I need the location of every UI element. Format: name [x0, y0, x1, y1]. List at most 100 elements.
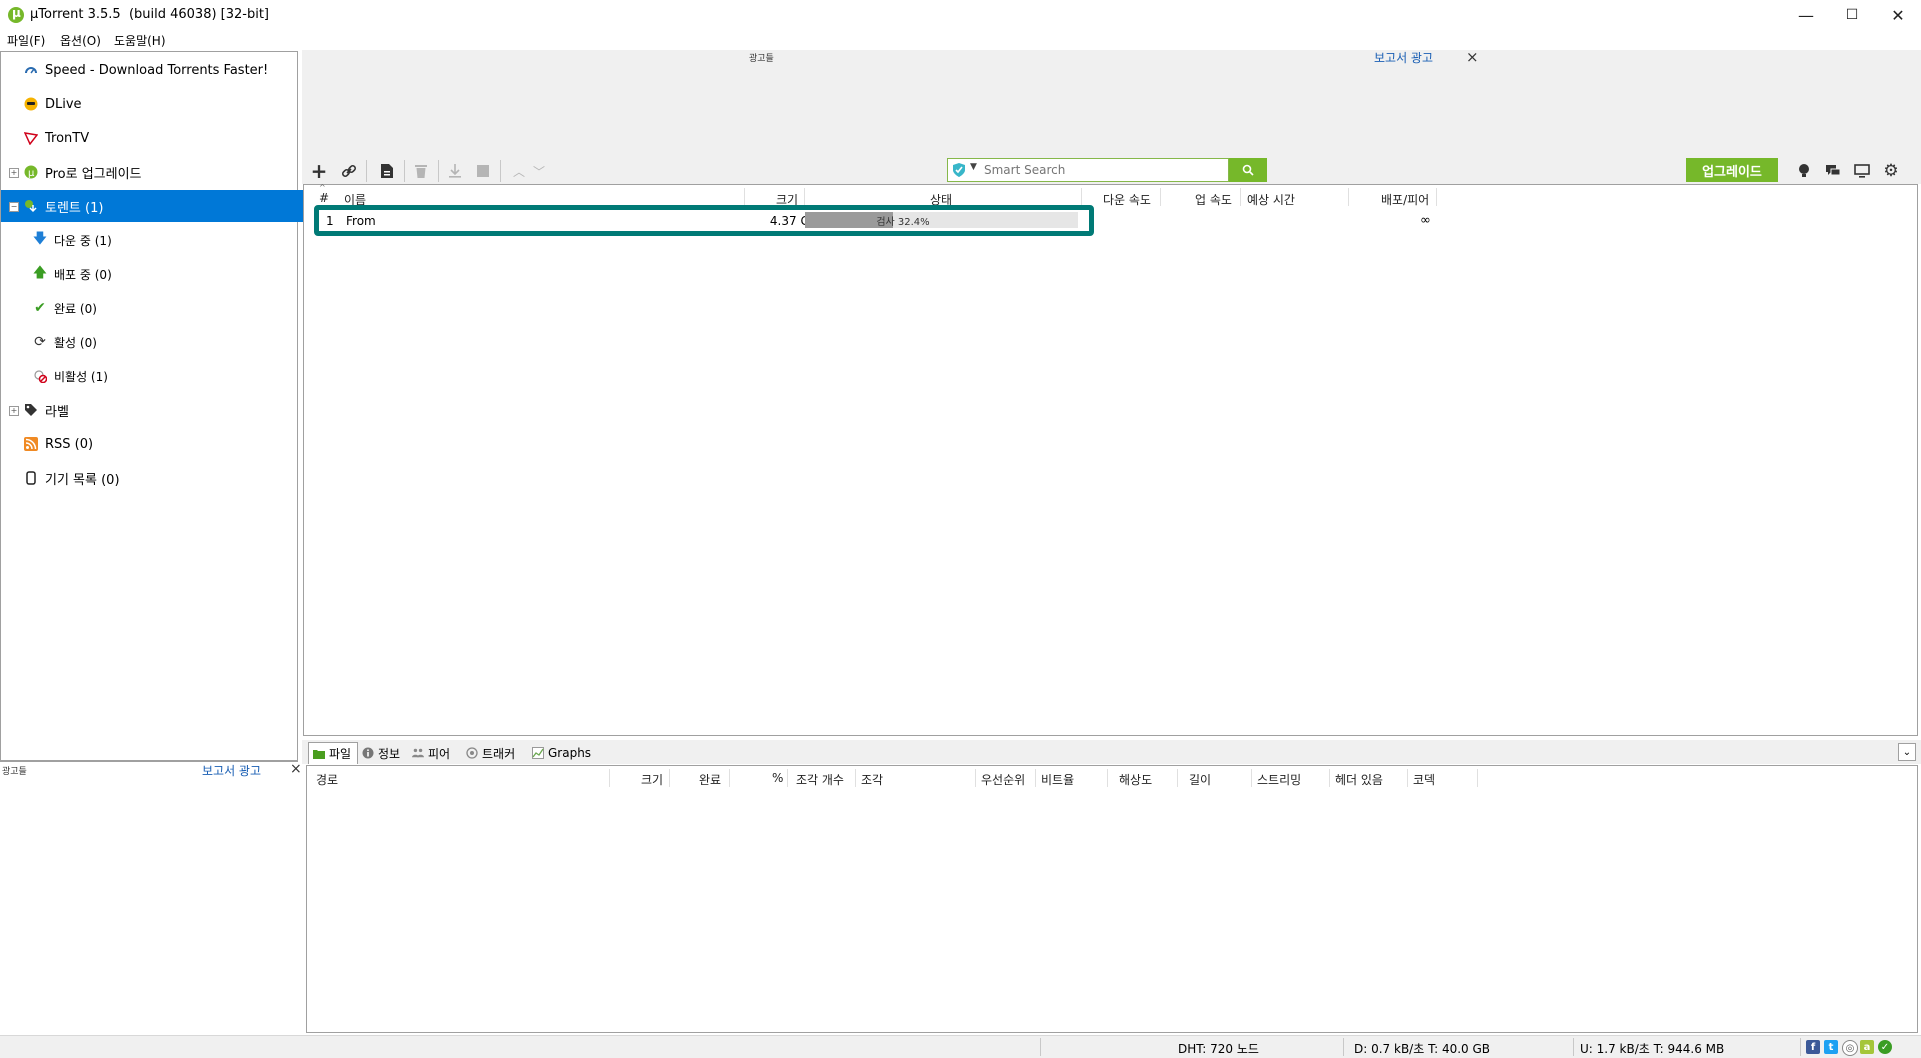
tab-peers[interactable]: 피어: [408, 742, 460, 764]
files-column-resolution[interactable]: 해상도: [1119, 771, 1152, 788]
tab-label: 정보: [378, 746, 401, 761]
window-title: µTorrent 3.5.5 (build 46038) [32-bit]: [30, 7, 270, 22]
column-header-down-speed[interactable]: 다운 속도: [1103, 191, 1151, 208]
files-column-done[interactable]: 완료: [699, 771, 721, 788]
expand-icon[interactable]: +: [9, 406, 19, 416]
column-separator: [1035, 769, 1036, 787]
move-down-icon[interactable]: ﹀: [528, 160, 550, 182]
status-separator: [1040, 1038, 1041, 1056]
report-ad-link[interactable]: 보고서 광고: [1374, 49, 1433, 66]
info-icon: [362, 747, 374, 759]
files-column-priority[interactable]: 우선순위: [981, 771, 1025, 788]
twitter-icon[interactable]: t: [1824, 1040, 1838, 1054]
tab-trackers[interactable]: 트래커: [462, 742, 528, 764]
column-header-ratio[interactable]: 배포/피어: [1381, 191, 1429, 208]
close-ad-button[interactable]: ×: [290, 761, 302, 777]
column-separator: [1407, 769, 1408, 787]
device-icon: [23, 470, 39, 486]
column-separator: [1081, 188, 1082, 206]
sidebar-item-inactive[interactable]: 비활성 (1): [1, 360, 328, 392]
create-torrent-icon[interactable]: [376, 160, 398, 182]
sidebar-item-downloading[interactable]: 🡇 다운 중 (1): [1, 224, 328, 256]
stop-icon[interactable]: [472, 160, 494, 182]
upgrade-button[interactable]: 업그레이드: [1686, 158, 1778, 182]
settings-gear-icon[interactable]: ⚙: [1880, 160, 1902, 182]
sidebar-item-speed[interactable]: Speed - Download Torrents Faster!: [1, 54, 319, 86]
tab-graphs[interactable]: Graphs: [528, 742, 592, 764]
report-ad-link[interactable]: 보고서 광고: [202, 762, 261, 779]
files-column-piece-count[interactable]: 조각 개수: [796, 771, 844, 788]
sidebar-label: 활성 (0): [54, 335, 97, 350]
ad-label: 광고들: [2, 767, 27, 777]
sidebar-label: 기기 목록 (0): [45, 472, 120, 488]
chat-icon[interactable]: [1822, 160, 1844, 182]
android-icon[interactable]: a: [1860, 1040, 1874, 1054]
close-ad-button[interactable]: ×: [1466, 48, 1479, 66]
status-bar: DHT: 720 노드 D: 0.7 kB/초 T: 40.0 GB U: 1.…: [0, 1035, 1921, 1058]
remove-torrent-icon[interactable]: [410, 160, 432, 182]
menu-help[interactable]: 도움말(H): [114, 32, 166, 49]
sidebar-item-labels[interactable]: + 라벨: [1, 394, 319, 426]
files-column-codec[interactable]: 코덱: [1413, 771, 1435, 788]
tab-info[interactable]: 정보: [358, 742, 408, 764]
column-separator: [744, 188, 745, 206]
facebook-icon[interactable]: f: [1806, 1040, 1820, 1054]
files-column-size[interactable]: 크기: [641, 771, 663, 788]
column-separator: [787, 769, 788, 787]
search-provider-shield-icon[interactable]: [952, 162, 966, 181]
column-separator: [1251, 769, 1252, 787]
speedometer-icon: [23, 62, 39, 78]
files-panel: 경로 크기 완료 % 조각 개수 조각 우선순위 비트율 해상도 길이 스트리밍…: [306, 765, 1918, 1033]
smart-search-field[interactable]: ▼: [947, 158, 1229, 182]
sidebar-item-rss[interactable]: RSS (0): [1, 428, 319, 460]
sidebar-item-dlive[interactable]: DLive: [1, 88, 319, 120]
add-torrent-icon[interactable]: +: [308, 159, 330, 183]
sidebar-item-trontv[interactable]: TronTV: [1, 122, 319, 154]
sidebar-item-devices[interactable]: 기기 목록 (0): [1, 462, 319, 494]
status-separator: [1800, 1038, 1801, 1056]
column-header-number[interactable]: #: [319, 191, 329, 205]
search-icon: [1242, 164, 1254, 176]
torrent-ratio: ∞: [1420, 213, 1431, 228]
torrent-list: ^ # 이름 크기 상태 다운 속도 업 속도 예상 시간 배포/피어: [303, 183, 1918, 736]
collapse-panel-button[interactable]: ⌄: [1898, 743, 1916, 761]
minimize-button[interactable]: —: [1783, 0, 1829, 30]
files-column-streaming[interactable]: 스트리밍: [1257, 771, 1301, 788]
close-button[interactable]: ✕: [1875, 0, 1921, 30]
files-column-path[interactable]: 경로: [316, 771, 338, 788]
tab-label: 피어: [428, 746, 451, 761]
web-globe-icon[interactable]: ◎: [1842, 1040, 1858, 1056]
files-column-pieces[interactable]: 조각: [861, 771, 883, 788]
files-column-length[interactable]: 길이: [1189, 771, 1211, 788]
column-header-eta[interactable]: 예상 시간: [1247, 191, 1295, 208]
column-separator: [804, 188, 805, 206]
lightbulb-icon[interactable]: [1793, 160, 1815, 182]
sidebar-item-torrents[interactable]: − 토렌트 (1): [1, 190, 319, 222]
collapse-icon[interactable]: −: [9, 202, 19, 212]
search-button[interactable]: [1229, 158, 1267, 182]
sidebar: Speed - Download Torrents Faster! DLive …: [0, 51, 319, 761]
search-dropdown-arrow-icon[interactable]: ▼: [970, 162, 977, 172]
sidebar-item-upgrade[interactable]: + µ Pro로 업그레이드: [1, 156, 319, 188]
menu-file[interactable]: 파일(F): [7, 32, 45, 49]
sidebar-item-completed[interactable]: ✔ 완료 (0): [1, 292, 328, 324]
sidebar-label: 배포 중 (0): [54, 267, 112, 282]
inactive-icon: [32, 368, 48, 384]
sidebar-item-seeding[interactable]: 🡅 배포 중 (0): [1, 258, 328, 290]
files-column-has-header[interactable]: 헤더 있음: [1335, 771, 1383, 788]
add-link-icon[interactable]: [338, 160, 360, 182]
search-input[interactable]: [984, 161, 1224, 179]
start-download-icon[interactable]: [444, 160, 466, 182]
sidebar-item-active[interactable]: ⟳ 활성 (0): [1, 326, 328, 358]
maximize-button[interactable]: ☐: [1829, 0, 1875, 30]
menu-options[interactable]: 옵션(O): [60, 32, 101, 49]
remote-screen-icon[interactable]: [1851, 160, 1873, 182]
column-header-up-speed[interactable]: 업 속도: [1195, 191, 1232, 208]
dht-status: DHT: 720 노드: [1178, 1042, 1259, 1056]
expand-icon[interactable]: +: [9, 168, 19, 178]
files-column-percent[interactable]: %: [772, 771, 783, 785]
tab-files[interactable]: 파일: [308, 742, 358, 764]
move-up-icon[interactable]: ︿: [508, 160, 530, 182]
top-ad-panel: 광고들 보고서 광고 ×: [302, 48, 1921, 156]
files-column-bitrate[interactable]: 비트율: [1041, 771, 1074, 788]
